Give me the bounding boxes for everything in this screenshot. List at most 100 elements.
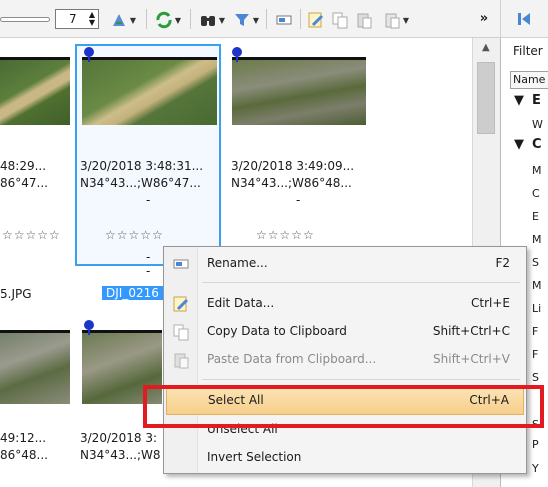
chevron-down-icon: ▼ [252,15,260,25]
photo-date: 3/20/2018 3: [80,431,158,445]
thumbnail-count-value: 7 [69,12,77,26]
paste-special-button[interactable]: ▼ [378,10,414,30]
paste-data-toolbar-button[interactable] [352,10,376,30]
rename-icon [172,255,190,273]
thumbnail-count-spinner[interactable]: 7 ▲ ▼ [55,9,99,29]
toolbar: 7 ▲ ▼ ▼ ▼ ▼ ▼ ▼ » [0,0,500,38]
empty-field-dash: - [296,193,301,207]
filter-item[interactable]: W [532,118,543,131]
paste-icon [357,13,372,29]
zoom-slider[interactable] [0,17,50,22]
menu-item-rename[interactable]: Rename... F2 [166,251,524,277]
menu-item-shortcut: Shift+Ctrl+V [433,352,510,366]
chevron-down-icon: ▼ [174,15,182,25]
menu-item-label: Invert Selection [207,450,302,464]
edit-data-icon [172,295,190,313]
menu-item-shortcut: Ctrl+E [471,296,510,310]
filter-item[interactable]: C [532,187,540,200]
thumbnail-caption: 49:12... 86°48... [0,430,72,464]
copy-icon [332,12,348,29]
thumbnail-caption: 3/20/2018 3:49:09... N34°43...;W86°48... [231,158,371,192]
filter-item[interactable]: Li [532,302,541,315]
paste-data-icon [172,351,190,369]
spinner-arrows-icon[interactable]: ▲ ▼ [89,11,95,27]
gps-pin-icon [84,320,94,335]
first-record-button[interactable] [515,9,533,29]
filter-item[interactable]: M [532,233,542,246]
filter-item[interactable]: M [532,279,542,292]
menu-item-invert-selection[interactable]: Invert Selection [166,445,524,471]
thumbnail-caption: 3/20/2018 3:48:31... N34°43...;W86°47... [80,158,220,192]
photo-thumbnail[interactable] [232,57,366,125]
filter-item[interactable]: S [532,371,539,384]
menu-item-edit-data[interactable]: Edit Data... Ctrl+E [166,291,524,317]
tree-expand-icon[interactable]: ▼ [514,93,524,108]
toolbar-separator [146,9,147,29]
menu-item-label: Copy Data to Clipboard [207,324,347,338]
photo-coordinates: N34°43...;W8 [80,448,161,462]
context-menu: Rename... F2 Edit Data... Ctrl+E Copy Da… [163,246,527,474]
filter-group-label: E [532,93,541,108]
rename-toolbar-button[interactable] [272,10,296,30]
chevron-down-icon: ▼ [129,15,137,25]
gps-pin-icon [84,47,94,62]
filter-item[interactable]: F [532,325,538,338]
filter-item[interactable]: F [532,348,538,361]
sort-button[interactable]: ▼ [106,10,140,30]
scroll-up-icon[interactable]: ▲ [482,42,490,53]
photo-filename: 5.JPG [0,287,32,301]
filter-button[interactable]: ▼ [230,10,262,30]
refresh-icon [156,11,172,29]
photo-thumbnail[interactable] [0,57,70,125]
menu-item-label: Edit Data... [207,296,275,310]
photo-thumbnail[interactable] [82,57,217,125]
photo-coordinates: N34°43...;W86°47... [80,176,201,190]
toolbar-overflow-button[interactable]: » [474,8,494,28]
scrollbar-thumb[interactable] [477,62,495,134]
menu-separator [202,282,520,283]
menu-item-label: Paste Data from Clipboard... [207,352,377,366]
skip-first-icon [518,13,530,25]
rating-stars[interactable]: ☆☆☆☆☆ [256,228,315,242]
filter-item[interactable]: M [532,164,542,177]
highlight-annotation-box [143,385,544,428]
rating-stars[interactable]: ☆☆☆☆☆ [2,228,61,242]
copy-data-toolbar-button[interactable] [328,10,352,30]
filter-item[interactable]: Y [532,462,539,475]
binoculars-icon [200,16,215,26]
empty-field-dash: - [146,193,151,207]
edit-data-icon [308,12,324,28]
name-column-header[interactable]: Name [510,71,548,89]
edit-data-toolbar-button[interactable] [304,10,328,30]
menu-item-shortcut: F2 [495,256,510,270]
photo-date: 48:29... [0,159,47,173]
photo-date: 49:12... [0,431,47,445]
photo-thumbnail[interactable] [0,330,70,404]
filter-item[interactable]: E [532,210,539,223]
paste-special-icon [385,13,400,29]
empty-field-dash: - [146,250,151,264]
find-button[interactable]: ▼ [196,10,228,30]
filename-edit-box[interactable]: DJI_0216 [102,286,163,300]
filter-group-label: C [532,137,542,152]
filter-item[interactable]: S [532,256,539,269]
empty-field-dash: - [146,264,151,278]
thumbnail-caption: 48:29... 86°47... [0,158,72,192]
chevron-down-icon: ▼ [218,15,226,25]
photo-date: 3/20/2018 3:48:31... [80,159,204,173]
photo-coordinates: N34°43...;W86°48... [231,176,352,190]
menu-item-label: Rename... [207,256,268,270]
thumbnail-caption: 3/20/2018 3: N34°43...;W8 [80,430,165,464]
sort-icon [112,14,125,26]
gps-pin-icon [232,47,242,62]
filter-item[interactable]: P [532,438,539,451]
menu-item-copy-data[interactable]: Copy Data to Clipboard Shift+Ctrl+C [166,319,524,345]
menu-item-paste-data: Paste Data from Clipboard... Shift+Ctrl+… [166,347,524,373]
menu-item-shortcut: Shift+Ctrl+C [432,324,510,338]
filter-funnel-icon [234,14,249,26]
refresh-button[interactable]: ▼ [152,10,184,30]
rename-icon [276,15,292,25]
rating-stars[interactable]: ☆☆☆☆☆ [105,228,164,242]
toolbar-separator [266,9,267,29]
tree-expand-icon[interactable]: ▼ [514,137,524,152]
